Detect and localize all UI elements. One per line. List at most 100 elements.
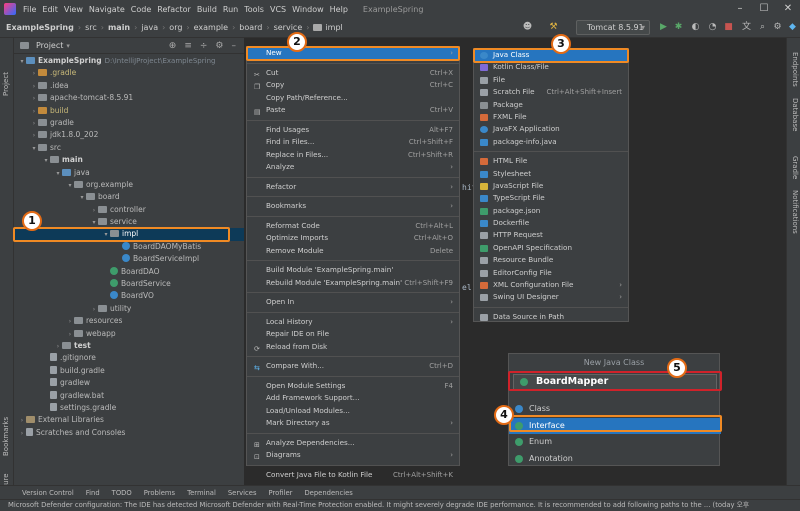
- menu-item-convert-to-kotlin[interactable]: Convert Java File to Kotlin File Ctrl+Alt…: [247, 469, 459, 482]
- tree-item[interactable]: ▾ org.example: [14, 179, 244, 191]
- tree-item[interactable]: ▾ java: [14, 167, 244, 179]
- menu-item-remove-module[interactable]: Remove Module Delete: [247, 245, 459, 258]
- gear-icon[interactable]: ⚙: [215, 41, 223, 51]
- submenu-item-file[interactable]: File: [474, 74, 628, 86]
- submenu-item-editorconfig[interactable]: EditorConfig File: [474, 267, 628, 279]
- coverage-icon[interactable]: ◐: [690, 22, 701, 33]
- menu-refactor[interactable]: Refactor: [154, 5, 194, 14]
- menu-navigate[interactable]: Navigate: [86, 5, 128, 14]
- menu-item-load-unload-modules[interactable]: Load/Unload Modules...: [247, 405, 459, 418]
- menu-edit[interactable]: Edit: [39, 5, 61, 14]
- menu-item-mark-directory-as[interactable]: Mark Directory as ›: [247, 417, 459, 430]
- submenu-item-kotlin[interactable]: Kotlin Class/File: [474, 61, 628, 73]
- kind-enum[interactable]: Enum: [509, 434, 721, 451]
- submenu-item-package-json[interactable]: package.json: [474, 205, 628, 217]
- menu-item-open-in[interactable]: Open In ›: [247, 296, 459, 309]
- submenu-item-swing-ui[interactable]: Swing UI Designer ›: [474, 291, 628, 303]
- menu-file[interactable]: File: [20, 5, 39, 14]
- menu-item-reformat-code[interactable]: Reformat Code Ctrl+Alt+L: [247, 220, 459, 233]
- tree-item[interactable]: ▾ ExampleSpring D:\IntelliJProject\Example…: [14, 55, 244, 67]
- menu-tools[interactable]: Tools: [241, 5, 267, 14]
- tool-dependencies[interactable]: Dependencies: [304, 489, 352, 497]
- menu-item-find-usages[interactable]: Find Usages Alt+F7: [247, 124, 459, 137]
- stop-icon[interactable]: ■: [723, 22, 734, 33]
- breadcrumb-item[interactable]: src: [85, 23, 97, 32]
- tree-item[interactable]: › utility: [14, 303, 244, 315]
- breadcrumb-item[interactable]: board: [239, 23, 262, 32]
- menu-item-refactor[interactable]: Refactor ›: [247, 181, 459, 194]
- tree-item[interactable]: .gitignore: [14, 352, 244, 364]
- menu-run[interactable]: Run: [220, 5, 241, 14]
- database-tab[interactable]: Database: [791, 98, 799, 131]
- submenu-item-xml-config[interactable]: XML Configuration File ›: [474, 279, 628, 291]
- submenu-item-scratch-file[interactable]: Scratch File Ctrl+Alt+Shift+Insert: [474, 86, 628, 98]
- tree-item[interactable]: › build: [14, 105, 244, 117]
- menu-item-analyze-dependencies[interactable]: ⊞ Analyze Dependencies...: [247, 437, 459, 450]
- tree-item[interactable]: ▾ src: [14, 142, 244, 154]
- submenu-item-data-source[interactable]: Data Source in Path: [474, 311, 628, 323]
- tree-item[interactable]: › Scratches and Consoles: [14, 427, 244, 439]
- tree-item[interactable]: › External Libraries: [14, 414, 244, 426]
- search-icon[interactable]: ⌕: [757, 22, 768, 33]
- user-icon[interactable]: ☻: [522, 22, 533, 33]
- menu-item-rebuild-module[interactable]: Rebuild Module 'ExampleSpring.main' Ctrl+…: [247, 277, 459, 290]
- menu-item-local-history[interactable]: Local History ›: [247, 316, 459, 329]
- status-bar[interactable]: Microsoft Defender configuration: The ID…: [0, 499, 800, 511]
- debug-icon[interactable]: ✱: [673, 22, 684, 33]
- breadcrumb-item[interactable]: main: [108, 23, 130, 32]
- submenu-item-html[interactable]: HTML File: [474, 155, 628, 167]
- tree-item[interactable]: › .gradle: [14, 67, 244, 79]
- tree-item[interactable]: gradlew: [14, 377, 244, 389]
- submenu-item-fxml[interactable]: FXML File: [474, 111, 628, 123]
- tree-item[interactable]: › test: [14, 340, 244, 352]
- tree-item[interactable]: ▾ main: [14, 154, 244, 166]
- menu-item-cut[interactable]: ✂ Cut Ctrl+X: [247, 67, 459, 80]
- menu-help[interactable]: Help: [327, 5, 351, 14]
- hide-icon[interactable]: –: [232, 41, 237, 51]
- submenu-item-dockerfile[interactable]: Dockerfile: [474, 217, 628, 229]
- menu-item-compare-with[interactable]: ⇆ Compare With... Ctrl+D: [247, 360, 459, 373]
- tree-item[interactable]: › apache-tomcat-8.5.91: [14, 92, 244, 104]
- tree-item[interactable]: › gradle: [14, 117, 244, 129]
- bookmarks-tab[interactable]: Bookmarks: [2, 417, 10, 456]
- menu-code[interactable]: Code: [128, 5, 154, 14]
- tree-item[interactable]: gradlew.bat: [14, 390, 244, 402]
- expand-all-icon[interactable]: ÷: [200, 41, 208, 51]
- chevron-down-icon[interactable]: ▾: [66, 42, 70, 50]
- profile-icon[interactable]: ◔: [707, 22, 718, 33]
- menu-vcs[interactable]: VCS: [267, 5, 289, 14]
- submenu-item-resource-bundle[interactable]: Resource Bundle: [474, 254, 628, 266]
- menu-window[interactable]: Window: [289, 5, 327, 14]
- tree-item[interactable]: BoardDAO: [14, 266, 244, 278]
- submenu-item-typescript[interactable]: TypeScript File: [474, 192, 628, 204]
- collapse-all-icon[interactable]: ≡: [184, 41, 192, 51]
- tool-find[interactable]: Find: [86, 489, 100, 497]
- submenu-item-package-info[interactable]: package-info.java: [474, 136, 628, 148]
- tree-item[interactable]: ▾ board: [14, 191, 244, 203]
- run-configuration-select[interactable]: Tomcat 8.5.91 ▾: [576, 20, 650, 35]
- menu-item-reload-from-disk[interactable]: ⟳ Reload from Disk: [247, 341, 459, 354]
- menu-item-bookmarks[interactable]: Bookmarks ›: [247, 200, 459, 213]
- tool-version-control[interactable]: Version Control: [22, 489, 74, 497]
- project-tab[interactable]: Project: [2, 72, 10, 96]
- menu-item-open-module-settings[interactable]: Open Module Settings F4: [247, 380, 459, 393]
- menu-item-diagrams[interactable]: ⊡ Diagrams ›: [247, 449, 459, 462]
- tool-services[interactable]: Services: [228, 489, 257, 497]
- submenu-item-javascript[interactable]: JavaScript File: [474, 180, 628, 192]
- translate-icon[interactable]: 文: [741, 22, 752, 33]
- breadcrumb-item[interactable]: java: [141, 23, 158, 32]
- tree-item[interactable]: BoardDAOMyBatis: [14, 241, 244, 253]
- tool-terminal[interactable]: Terminal: [187, 489, 216, 497]
- menu-item-find-in-files[interactable]: Find in Files... Ctrl+Shift+F: [247, 136, 459, 149]
- notifications-tab[interactable]: Notifications: [791, 190, 799, 234]
- tree-item[interactable]: › webapp: [14, 328, 244, 340]
- tree-item[interactable]: BoardVO: [14, 290, 244, 302]
- run-icon[interactable]: ▶: [658, 22, 669, 33]
- submenu-item-http-request[interactable]: HTTP Request: [474, 229, 628, 241]
- tool-profiler[interactable]: Profiler: [269, 489, 293, 497]
- project-panel-title[interactable]: Project: [36, 41, 63, 50]
- breadcrumb-item[interactable]: impl: [325, 23, 342, 32]
- submenu-item-openapi[interactable]: OpenAPI Specification: [474, 242, 628, 254]
- menu-item-replace-in-files[interactable]: Replace in Files... Ctrl+Shift+R: [247, 149, 459, 162]
- tree-item[interactable]: settings.gradle: [14, 402, 244, 414]
